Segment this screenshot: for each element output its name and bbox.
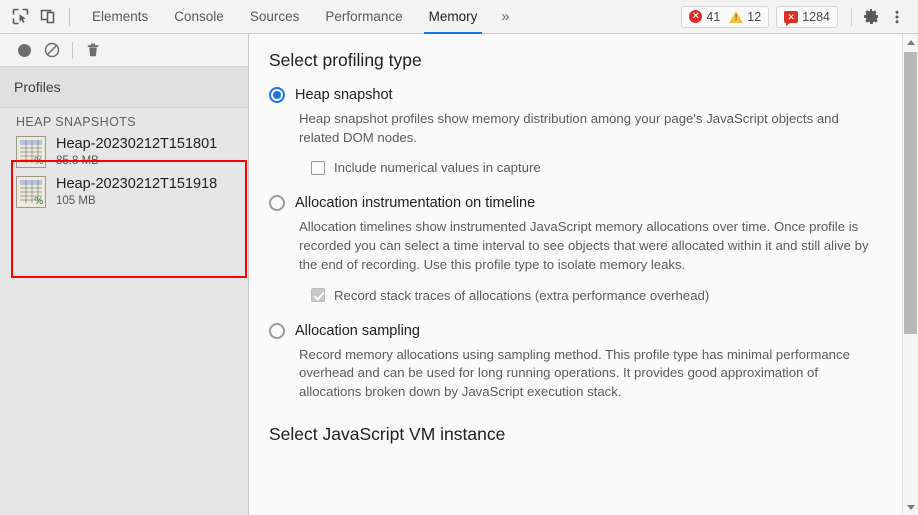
- option-header[interactable]: Heap snapshot: [269, 87, 878, 103]
- option-description: Record memory allocations using sampling…: [299, 346, 850, 400]
- checkbox-label: Record stack traces of allocations (extr…: [334, 287, 710, 303]
- panel-tabs: Elements Console Sources Performance Mem…: [79, 0, 520, 34]
- snapshot-name: Heap-20230212T151801: [56, 136, 218, 153]
- issues-counter-group[interactable]: ✕ 41 12: [681, 5, 770, 28]
- radio-allocation-sampling[interactable]: [269, 322, 285, 339]
- scroll-up-arrow-icon[interactable]: [903, 34, 918, 50]
- trash-can-icon[interactable]: [79, 37, 107, 63]
- option-description: Heap snapshot profiles show memory distr…: [299, 111, 839, 145]
- warning-count: 12: [747, 9, 762, 24]
- error-icon: ✕: [689, 10, 703, 23]
- tab-console[interactable]: Console: [161, 0, 237, 34]
- checkbox-include-numerical-values[interactable]: [311, 160, 325, 175]
- tab-label: Performance: [325, 9, 403, 24]
- tab-label: Memory: [428, 9, 478, 24]
- option-label: Allocation instrumentation on timeline: [295, 195, 536, 212]
- option-header[interactable]: Allocation instrumentation on timeline: [269, 195, 878, 212]
- toolbar-divider-right: [851, 7, 852, 26]
- message-count: 1284: [802, 9, 830, 24]
- toolbar-right-group: ✕ 41 12 ✕ 1284: [681, 4, 910, 30]
- option-header[interactable]: Allocation sampling: [269, 322, 878, 339]
- list-item[interactable]: % Heap-20230212T151918 105 MB: [0, 172, 248, 212]
- messages-counter-group[interactable]: ✕ 1284: [776, 5, 838, 28]
- snapshot-size: 85.8 MB: [56, 154, 99, 167]
- warning-icon: [729, 10, 744, 23]
- checkbox-label: Include numerical values in capture: [334, 160, 541, 176]
- vm-instance-title: Select JavaScript VM instance: [269, 423, 506, 444]
- heap-snapshots-group-label: HEAP SNAPSHOTS: [0, 113, 248, 132]
- message-error-icon: ✕: [784, 10, 799, 26]
- heap-snapshot-icon: %: [16, 136, 46, 168]
- chevron-double-right-glyph: »: [501, 8, 510, 25]
- devtools-toolbar: Elements Console Sources Performance Mem…: [0, 0, 918, 34]
- checkbox-record-stack-traces[interactable]: [311, 288, 325, 303]
- error-count: 41: [706, 9, 721, 24]
- tab-sources[interactable]: Sources: [237, 0, 313, 34]
- tab-label: Console: [174, 9, 224, 24]
- profiling-type-allocation-instrumentation[interactable]: Allocation instrumentation on timeline A…: [269, 195, 878, 303]
- vertical-scrollbar[interactable]: [902, 34, 918, 515]
- tab-label: Elements: [92, 9, 149, 24]
- tab-elements[interactable]: Elements: [79, 0, 161, 34]
- scroll-down-arrow-icon[interactable]: [903, 499, 918, 515]
- profile-launcher-content: Select profiling type Heap snapshot Heap…: [249, 34, 902, 515]
- device-toolbar-icon[interactable]: [34, 3, 62, 31]
- tab-label: Sources: [249, 9, 300, 24]
- toolbar-divider: [69, 7, 70, 26]
- snapshot-name: Heap-20230212T151918: [56, 176, 218, 193]
- inspect-element-icon[interactable]: [6, 3, 34, 31]
- triangle-up: [906, 39, 915, 45]
- scrollbar-thumb[interactable]: [903, 52, 917, 334]
- devtools-body: Profiles HEAP SNAPSHOTS % Heap-20230212T…: [0, 34, 918, 515]
- scrollbar-track[interactable]: [903, 50, 918, 499]
- checkbox-record-stack-traces-row[interactable]: Record stack traces of allocations (extr…: [311, 288, 878, 303]
- profile-launcher-panel: Select profiling type Heap snapshot Heap…: [249, 34, 918, 515]
- snapshot-size: 105 MB: [56, 194, 96, 207]
- profiles-toolbar: [0, 34, 248, 67]
- profiling-type-allocation-sampling[interactable]: Allocation sampling Record memory alloca…: [269, 322, 878, 402]
- more-tabs-icon[interactable]: »: [490, 0, 520, 34]
- triangle-down: [906, 504, 915, 510]
- profiles-title: Profiles: [14, 79, 61, 95]
- kebab-menu-icon[interactable]: [884, 4, 910, 30]
- tab-performance[interactable]: Performance: [312, 0, 415, 34]
- profiling-type-heap-snapshot[interactable]: Heap snapshot Heap snapshot profiles sho…: [269, 87, 878, 175]
- message-badge[interactable]: ✕ 1284: [784, 9, 830, 26]
- profiles-sidebar: Profiles HEAP SNAPSHOTS % Heap-20230212T…: [0, 34, 249, 515]
- gear-icon[interactable]: [858, 4, 884, 30]
- svg-text:%: %: [34, 196, 44, 207]
- clear-no-entry-icon[interactable]: [38, 37, 66, 63]
- checkbox-include-numerical-values-row[interactable]: Include numerical values in capture: [311, 160, 878, 175]
- record-dot: [17, 43, 31, 57]
- profiles-header: Profiles: [0, 67, 248, 108]
- snapshot-meta: Heap-20230212T151801 85.8 MB: [56, 136, 217, 168]
- error-badge[interactable]: ✕ 41: [689, 10, 720, 24]
- list-item[interactable]: % Heap-20230212T151801 85.8 MB: [0, 132, 248, 172]
- page-title: Select profiling type: [269, 50, 422, 70]
- option-label: Allocation sampling: [295, 322, 420, 339]
- tab-memory[interactable]: Memory: [416, 0, 491, 34]
- option-label: Heap snapshot: [295, 87, 393, 103]
- group-label-text: HEAP SNAPSHOTS: [16, 115, 136, 129]
- svg-text:%: %: [34, 156, 44, 167]
- snapshot-meta: Heap-20230212T151918 105 MB: [56, 176, 217, 208]
- record-circle-icon[interactable]: [10, 37, 38, 63]
- devtools-window: Elements Console Sources Performance Mem…: [0, 0, 918, 515]
- warning-badge[interactable]: 12: [729, 10, 761, 24]
- option-description: Allocation timelines show instrumented J…: [299, 219, 869, 272]
- profiles-toolbar-divider: [72, 41, 73, 59]
- profiles-tree: HEAP SNAPSHOTS % Heap-20230212T151801 85…: [0, 108, 248, 515]
- radio-allocation-instrumentation[interactable]: [269, 195, 285, 212]
- radio-heap-snapshot[interactable]: [269, 87, 285, 103]
- heap-snapshot-icon: %: [16, 176, 46, 208]
